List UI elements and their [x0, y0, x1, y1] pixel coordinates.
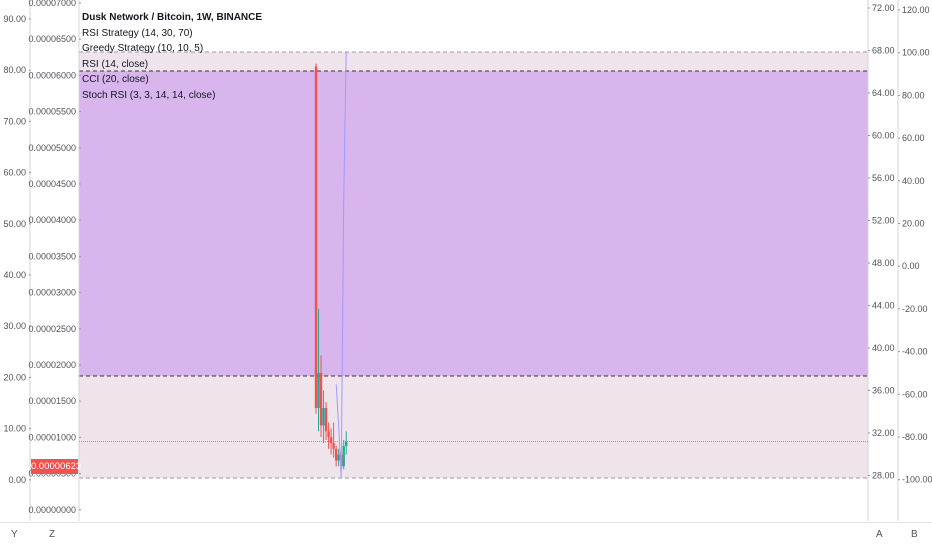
axis-tick-label: -40.00 [902, 347, 928, 357]
axis-tick-label: 70.00 [3, 116, 26, 126]
axis-tick-label: -80.00 [902, 432, 928, 442]
candle-body [329, 437, 333, 443]
axis-tick-label: 0.00000000 [28, 505, 76, 515]
last-price-tag: 0.00000623 [31, 459, 82, 474]
axis-tick-label: 40.00 [872, 343, 895, 353]
axis-tick-label: 0.00003500 [28, 251, 76, 261]
legend-indicator[interactable]: CCI (20, close) [82, 72, 262, 88]
axis-tick-label: 0.00001500 [28, 396, 76, 406]
axis-tick-label: 0.00006000 [28, 70, 76, 80]
bottom-bar [0, 522, 932, 551]
axis-tick-label: 120.00 [902, 5, 930, 15]
axis-tick-label: 0.00007000 [28, 0, 76, 8]
auto-scale-toggle[interactable]: A [876, 529, 883, 540]
axis-tick-label: -20.00 [902, 304, 928, 314]
candle-body [337, 454, 340, 461]
candle-body [327, 431, 330, 438]
rsi-band-fill [79, 71, 868, 376]
candle-body [322, 407, 325, 426]
axis-tick-label: 72.00 [872, 3, 895, 13]
right-inner-axis: 72.00 68.00 64.00 60.00 56.00 52.00 48.00 44.00… [868, 3, 895, 481]
axis-tick-label: 0.00003000 [28, 288, 76, 298]
axis-tick-label: 36.00 [872, 386, 895, 396]
axis-tick-label: 68.00 [872, 46, 895, 56]
candle-body [314, 66, 318, 408]
axis-tick-label: 0.00005500 [28, 107, 76, 117]
axis-tick-label: 60.00 [872, 131, 895, 141]
axis-tick-label: 44.00 [872, 301, 895, 311]
axis-tick-label: 90.00 [3, 14, 26, 24]
axis-tick-label: 56.00 [872, 173, 895, 183]
axis-tick-label: 20.00 [902, 219, 925, 229]
candle-body [319, 372, 323, 426]
legend-title: Dusk Network / Bitcoin, 1W, BINANCE [82, 12, 263, 23]
left-price-axis: 0.00007000 0.00006500 0.00006000 0.00005500… [28, 0, 81, 515]
legend-indicator[interactable]: RSI (14, close) [82, 57, 262, 73]
b-toggle[interactable]: B [911, 529, 918, 540]
axis-tick-label: 0.00001000 [28, 432, 76, 442]
axis-tick-label: 0.00 [902, 261, 920, 271]
right-outer-axis: 120.00 100.00 80.00 60.00 40.00 20.00 0.00 -20.… [898, 5, 932, 485]
z-axis-toggle[interactable]: Z [49, 529, 55, 540]
axis-tick-label: 100.00 [902, 48, 930, 58]
candle-body [324, 407, 328, 432]
candle-body [317, 372, 320, 408]
axis-tick-label: 0.00 [8, 475, 26, 485]
axis-tick-label: 0.00004500 [28, 179, 76, 189]
axis-tick-label: 48.00 [872, 258, 895, 268]
legend-indicator[interactable]: Stoch RSI (3, 3, 14, 14, close) [82, 88, 262, 104]
axis-tick-label: 40.00 [902, 176, 925, 186]
legend-indicator[interactable]: RSI Strategy (14, 30, 70) [82, 26, 262, 42]
axis-tick-label: -60.00 [902, 389, 928, 399]
axis-tick-label: 60.00 [3, 168, 26, 178]
y-axis-toggle[interactable]: Y [11, 529, 18, 540]
axis-tick-label: 80.00 [902, 90, 925, 100]
axis-tick-label: 32.00 [872, 428, 895, 438]
axis-tick-label: 0.00005000 [28, 143, 76, 153]
candle-body [342, 445, 345, 467]
axis-tick-label: 52.00 [872, 216, 895, 226]
axis-tick-label: 0.00006500 [28, 34, 76, 44]
axis-tick-label: -100.00 [902, 475, 932, 485]
axis-tick-label: 60.00 [902, 133, 925, 143]
axis-tick-label: 0.00004000 [28, 215, 76, 225]
candle-body [332, 442, 335, 449]
axis-tick-label: 0.00002000 [28, 360, 76, 370]
axis-tick-label: 80.00 [3, 65, 26, 75]
axis-tick-label: 20.00 [3, 372, 26, 382]
axis-tick-label: 0.00002500 [28, 324, 76, 334]
axis-tick-label: 40.00 [3, 270, 26, 280]
left-outer-axis: 90.00 80.00 70.00 60.00 50.00 40.00 30.00 20.00… [3, 14, 31, 485]
axis-tick-label: 28.00 [872, 471, 895, 481]
legend-indicator[interactable]: Greedy Strategy (10, 10, 5) [82, 41, 262, 57]
axis-tick-label: 64.00 [872, 88, 895, 98]
axis-tick-label: 30.00 [3, 321, 26, 331]
axis-tick-label: 50.00 [3, 219, 26, 229]
candle-body [334, 448, 338, 461]
chart-legend: Dusk Network / Bitcoin, 1W, BINANCE RSI … [82, 10, 262, 103]
axis-tick-label: 10.00 [3, 424, 26, 434]
candle-body [345, 441, 348, 446]
